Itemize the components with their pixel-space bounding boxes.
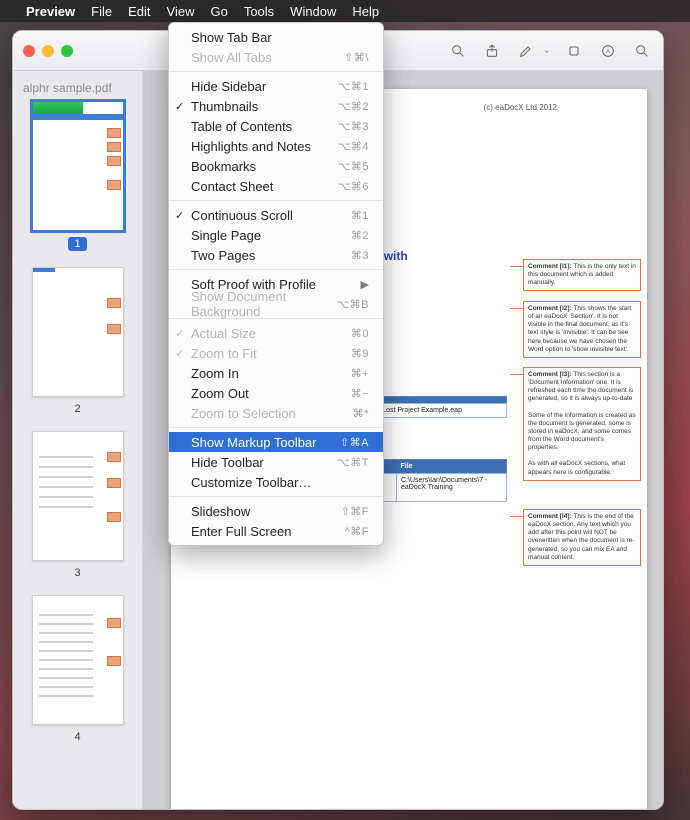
close-button[interactable] [23,45,35,57]
menu-go[interactable]: Go [210,4,227,19]
menu-help[interactable]: Help [352,4,379,19]
menu-item[interactable]: Bookmarks⌥⌘5 [169,156,383,176]
menu-item[interactable]: Hide Sidebar⌥⌘1 [169,76,383,96]
thumbnail[interactable]: 3 [21,431,134,579]
menu-item: Zoom to Selection⌘* [169,403,383,423]
rotate-icon[interactable] [563,40,585,62]
svg-text:A: A [606,48,611,55]
menu-item[interactable]: Zoom Out⌘− [169,383,383,403]
page-number: 4 [74,731,80,743]
menu-item[interactable]: Customize Toolbar… [169,472,383,492]
menu-tools[interactable]: Tools [244,4,274,19]
menu-edit[interactable]: Edit [128,4,150,19]
menu-item[interactable]: Enter Full Screen^⌘F [169,521,383,541]
page-number: 1 [68,237,86,251]
minimize-button[interactable] [42,45,54,57]
menu-item[interactable]: Table of Contents⌥⌘3 [169,116,383,136]
zoom-button[interactable] [61,45,73,57]
comment-balloon: Comment [I3]: This section is a 'Documen… [523,367,641,481]
thumbnail[interactable]: 1 [21,101,134,251]
document-name: alphr sample.pdf [23,81,134,95]
thumbnail[interactable]: 2 [21,267,134,415]
menu-view[interactable]: View [161,2,201,21]
page-number: 3 [74,567,80,579]
menu-item[interactable]: Show Tab Bar [169,27,383,47]
share-icon[interactable] [481,40,503,62]
find-icon[interactable] [631,40,653,62]
markup-icon[interactable] [515,40,537,62]
menu-item[interactable]: Zoom In⌘+ [169,363,383,383]
thumbnail[interactable]: 4 [21,595,134,743]
comment-balloon: Comment [I2]: This shows the start of an… [523,301,641,358]
menu-item: Show All Tabs⇧⌘\ [169,47,383,67]
menu-item[interactable]: Show Markup Toolbar⇧⌘A [169,432,383,452]
search-icon[interactable] [447,40,469,62]
view-dropdown-menu: Show Tab BarShow All Tabs⇧⌘\ Hide Sidebar… [168,22,384,546]
menu-window[interactable]: Window [290,4,336,19]
thumbnail-sidebar: alphr sample.pdf 1 2 3 4 [13,71,143,809]
markup-dropdown-icon[interactable]: ⌄ [543,45,551,56]
menu-item: Show Document Background⌥⌘B [169,294,383,314]
copyright-text: (c) eaDocX Ltd 2012 [484,103,557,112]
menu-item[interactable]: Highlights and Notes⌥⌘4 [169,136,383,156]
menu-item[interactable]: Single Page⌘2 [169,225,383,245]
comment-balloon: Comment [I1]: This is the only text in t… [523,259,641,291]
app-menu[interactable]: Preview [26,4,75,19]
page-number: 2 [74,403,80,415]
system-menubar: Preview File Edit View Go Tools Window H… [0,0,690,22]
menu-item: ✓Actual Size⌘0 [169,323,383,343]
comment-balloon: Comment [I4]: This is the end of the eaD… [523,509,641,566]
menu-item[interactable]: ✓Thumbnails⌥⌘2 [169,96,383,116]
menu-item: ✓Zoom to Fit⌘9 [169,343,383,363]
menu-item[interactable]: ✓Continuous Scroll⌘1 [169,205,383,225]
menu-item[interactable]: Hide Toolbar⌥⌘T [169,452,383,472]
info-icon[interactable]: A [597,40,619,62]
traffic-lights [23,45,73,57]
menu-item[interactable]: Two Pages⌘3 [169,245,383,265]
menu-file[interactable]: File [91,4,112,19]
menu-item[interactable]: Slideshow⇧⌘F [169,501,383,521]
menu-item[interactable]: Contact Sheet⌥⌘6 [169,176,383,196]
